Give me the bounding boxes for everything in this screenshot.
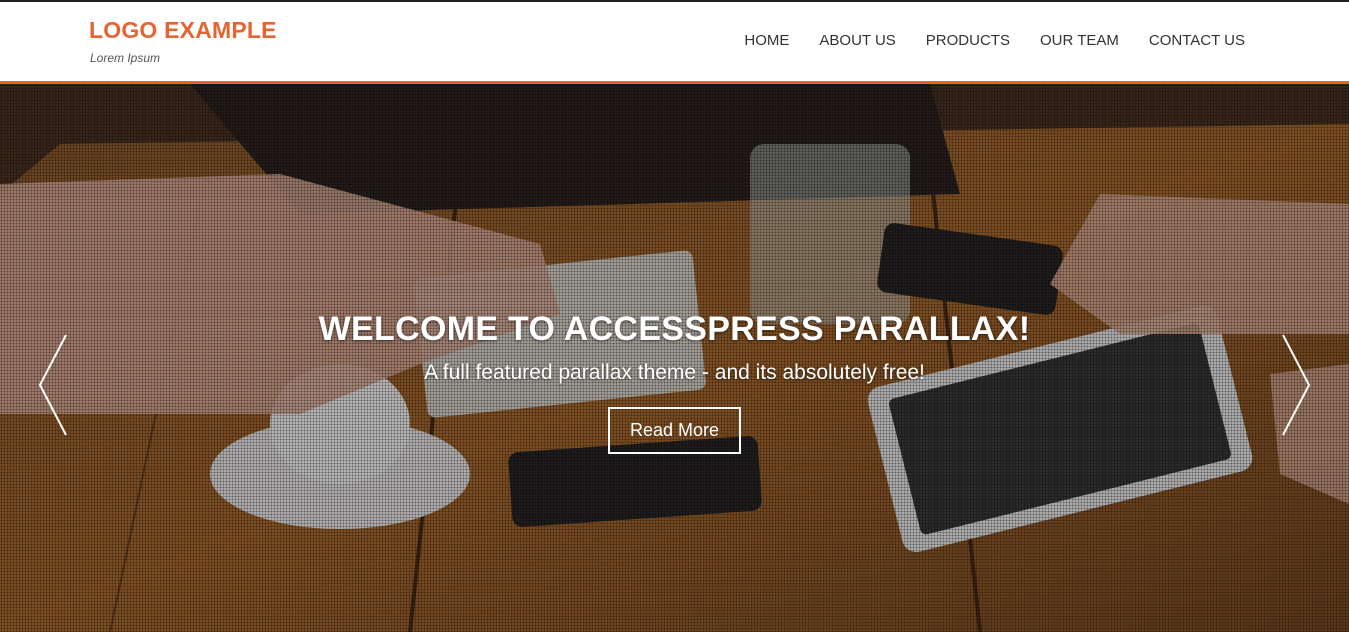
hero-slider: WELCOME TO ACCESSPRESS PARALLAX! A full … — [0, 84, 1349, 632]
logo-title[interactable]: LOGO EXAMPLE — [89, 17, 277, 44]
main-nav: HOME ABOUT US PRODUCTS OUR TEAM CONTACT … — [744, 32, 1245, 49]
slide-subtitle: A full featured parallax theme - and its… — [424, 361, 925, 384]
slide-title: WELCOME TO ACCESSPRESS PARALLAX! — [318, 310, 1031, 348]
nav-item-home[interactable]: HOME — [744, 32, 789, 49]
nav-item-contact-us[interactable]: CONTACT US — [1149, 32, 1245, 49]
nav-item-our-team[interactable]: OUR TEAM — [1040, 32, 1119, 49]
nav-item-about-us[interactable]: ABOUT US — [819, 32, 895, 49]
nav-item-products[interactable]: PRODUCTS — [926, 32, 1010, 49]
slide-caption: WELCOME TO ACCESSPRESS PARALLAX! A full … — [0, 310, 1349, 454]
logo-tagline: Lorem Ipsum — [90, 51, 161, 65]
read-more-button[interactable]: Read More — [607, 407, 742, 454]
site-header: LOGO EXAMPLE Lorem Ipsum HOME ABOUT US P… — [0, 2, 1349, 84]
